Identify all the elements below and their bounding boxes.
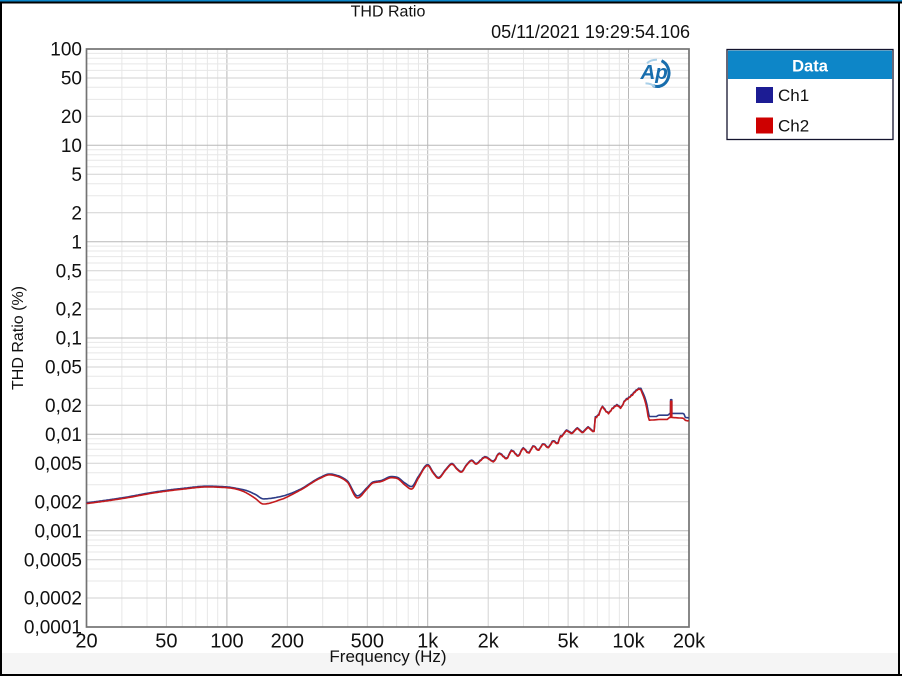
svg-text:500: 500 [351,631,384,653]
svg-text:2: 2 [71,203,82,224]
svg-text:0,01: 0,01 [45,425,82,446]
svg-text:1: 1 [71,232,82,253]
svg-text:1k: 1k [417,631,439,653]
svg-text:100: 100 [210,631,243,653]
svg-text:20k: 20k [673,631,706,653]
svg-text:200: 200 [271,631,304,653]
svg-text:Ch1: Ch1 [778,86,809,105]
svg-text:5k: 5k [558,631,580,653]
svg-text:0,002: 0,002 [34,492,82,513]
svg-text:20: 20 [75,631,97,653]
svg-text:2k: 2k [478,631,500,653]
svg-text:THD Ratio: THD Ratio [351,4,426,21]
svg-text:100: 100 [50,40,82,61]
svg-text:THD Ratio (%): THD Ratio (%) [10,286,27,390]
svg-text:10k: 10k [612,631,645,653]
svg-text:50: 50 [155,631,177,653]
svg-text:0,0002: 0,0002 [24,589,82,610]
svg-text:05/11/2021 19:29:54.106: 05/11/2021 19:29:54.106 [491,22,690,42]
svg-text:0,0005: 0,0005 [24,550,82,571]
svg-text:20: 20 [61,107,82,128]
svg-text:0,2: 0,2 [56,300,82,321]
svg-text:0,5: 0,5 [56,261,82,282]
svg-text:Ap: Ap [640,61,668,84]
svg-text:0,001: 0,001 [34,521,82,542]
svg-text:0,0001: 0,0001 [24,618,82,639]
svg-text:0,1: 0,1 [56,329,82,350]
svg-text:50: 50 [61,69,82,90]
svg-text:5: 5 [71,165,82,186]
svg-text:10: 10 [61,136,82,157]
svg-text:0,02: 0,02 [45,396,82,417]
svg-text:0,05: 0,05 [45,358,82,379]
svg-text:Ch2: Ch2 [778,117,809,136]
svg-text:Data: Data [792,58,829,76]
svg-text:0,005: 0,005 [34,454,82,475]
